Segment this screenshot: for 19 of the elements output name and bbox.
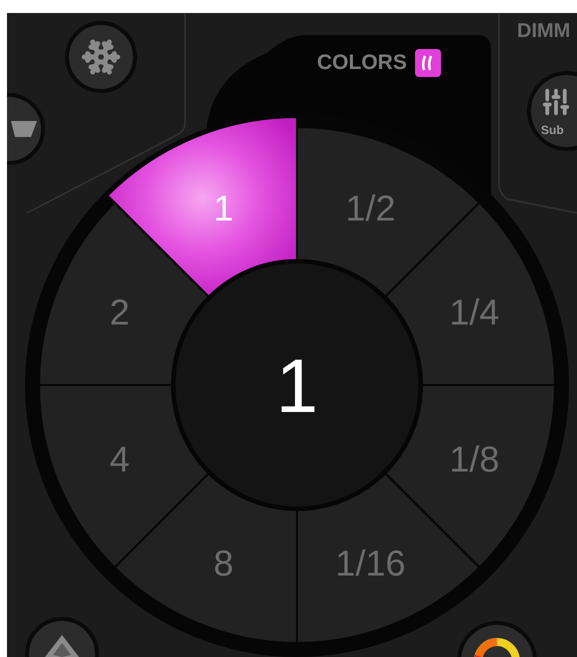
segment-label: 1	[214, 188, 234, 229]
snowflake-icon	[81, 37, 121, 77]
diamond-icon	[45, 635, 79, 657]
dimmer-title: DIMM	[517, 19, 570, 44]
cup-icon	[11, 120, 37, 138]
segment-label: 1/2	[345, 188, 396, 229]
colors-title: COLORS	[317, 50, 407, 76]
segment-label: 4	[110, 438, 130, 480]
segment-label: 8	[214, 542, 234, 584]
sub-button[interactable]: Sub	[527, 71, 577, 151]
wheel-segment[interactable]	[38, 202, 210, 386]
colors-logo-icon	[414, 48, 441, 77]
segment-label: 2	[110, 292, 130, 333]
segment-label: 1/8	[449, 438, 500, 480]
center-value: 1	[276, 344, 318, 429]
sliders-icon	[541, 87, 571, 117]
segment-label: 1/4	[449, 292, 500, 333]
segment-label: 1/16	[335, 542, 406, 584]
wheel-segment[interactable]	[106, 116, 298, 298]
